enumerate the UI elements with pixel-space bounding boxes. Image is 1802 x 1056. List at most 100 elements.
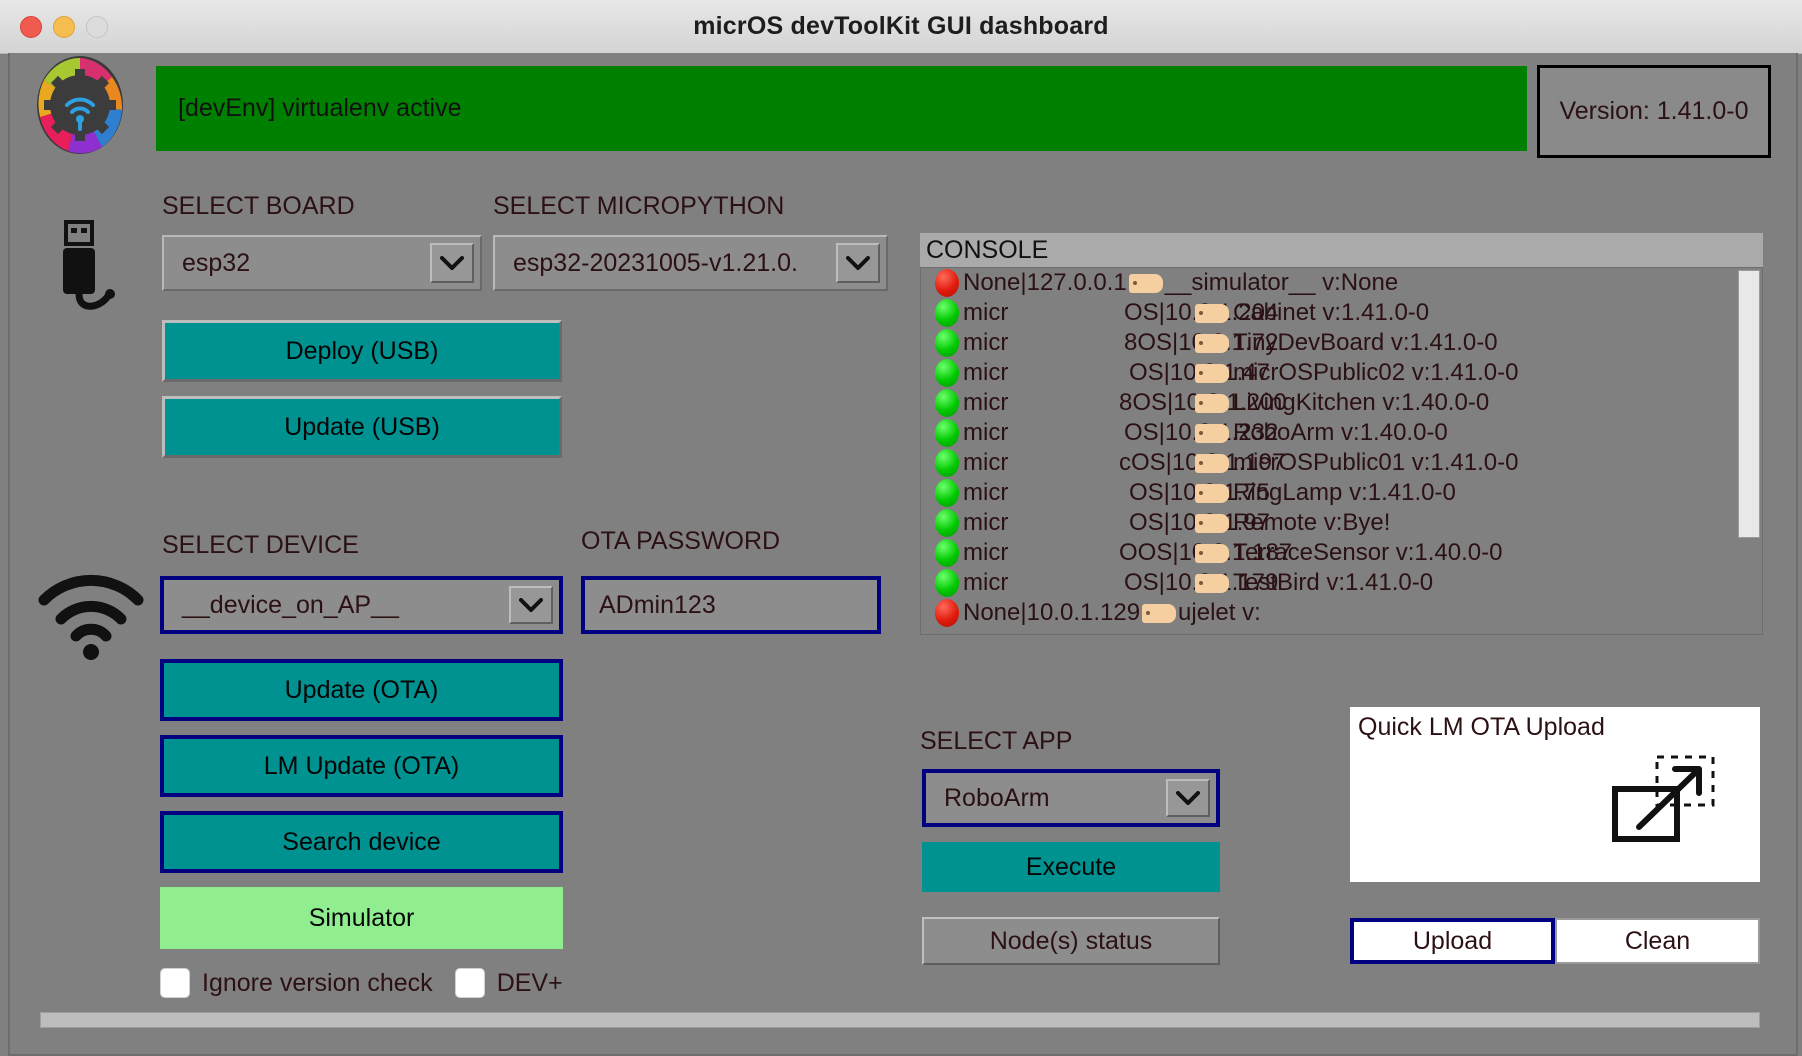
status-dot-online-icon — [935, 359, 959, 387]
tag-icon — [1195, 483, 1229, 503]
chevron-down-icon[interactable] — [509, 586, 553, 624]
console-line-prefix: micr — [963, 539, 1009, 566]
chevron-down-icon[interactable] — [1166, 779, 1210, 817]
drag-drop-upload-icon — [1605, 749, 1725, 854]
console-line: micrOS|10.0.1.75RingLamp v:1.41.0-0 — [921, 478, 1762, 508]
tag-icon — [1195, 333, 1229, 353]
console-line-device: RoboArm v:1.40.0-0 — [1233, 419, 1448, 446]
update-ota-button[interactable]: Update (OTA) — [160, 659, 563, 721]
select-device-label: SELECT DEVICE — [162, 531, 359, 559]
usb-icon — [30, 216, 138, 326]
console-line-prefix: micr — [963, 389, 1009, 416]
ota-password-input[interactable]: ADmin123 — [581, 576, 881, 634]
console-line: micrOS|10.0.1.232RoboArm v:1.40.0-0 — [921, 418, 1762, 448]
ota-password-value: ADmin123 — [599, 590, 716, 619]
console-line: micrOS|10.0.1.97Remote v:Bye! — [921, 508, 1762, 538]
tag-icon — [1195, 393, 1229, 413]
tag-icon — [1195, 363, 1229, 383]
console-line-device: TerraceSensor v:1.40.0-0 — [1233, 539, 1503, 566]
console-line-prefix: micr — [963, 449, 1009, 476]
status-dot-online-icon — [935, 539, 959, 567]
console-line-prefix: None|127.0.0.1 — [963, 269, 1127, 296]
status-dot-offline-icon — [935, 599, 959, 627]
console-line-prefix: micr — [963, 359, 1009, 386]
execute-button[interactable]: Execute — [922, 842, 1220, 892]
console-line-prefix: None|10.0.1.129 — [963, 599, 1141, 626]
status-dot-online-icon — [935, 329, 959, 357]
status-dot-online-icon — [935, 569, 959, 597]
chevron-down-icon[interactable] — [836, 243, 880, 283]
quick-lm-ota-panel: Quick LM OTA Upload — [1350, 707, 1760, 882]
console-line: micrOS|10.0.1.179TestBird v:1.41.0-0 — [921, 568, 1762, 598]
console-line: micrcOS|10.0.1.197micrOSPublic01 v:1.41.… — [921, 448, 1762, 478]
console-line-prefix: micr — [963, 329, 1009, 356]
ignore-version-check-checkbox[interactable] — [160, 968, 190, 998]
devenv-status-text: [devEnv] virtualenv active — [178, 94, 462, 122]
console-line: micrOS|10.0.1.47micrOSPublic02 v:1.41.0-… — [921, 358, 1762, 388]
console-line-device: Remote v:Bye! — [1233, 509, 1391, 536]
status-dot-online-icon — [935, 419, 959, 447]
tag-icon — [1195, 303, 1229, 323]
device-select-value: __device_on_AP__ — [182, 590, 399, 619]
console-line: micr8OS|10.0.1.72TinyDevBoard v:1.41.0-0 — [921, 328, 1762, 358]
micropython-select-value: esp32-20231005-v1.21.0. — [513, 248, 798, 277]
console-line-prefix: micr — [963, 419, 1009, 446]
window-title: micrOS devToolKit GUI dashboard — [693, 12, 1109, 40]
clean-button[interactable]: Clean — [1555, 918, 1760, 964]
board-select-value: esp32 — [182, 248, 251, 277]
console-header: CONSOLE — [920, 233, 1763, 267]
status-dot-online-icon — [935, 389, 959, 417]
console-line-prefix: micr — [963, 509, 1009, 536]
status-dot-online-icon — [935, 449, 959, 477]
select-board-label: SELECT BOARD — [162, 192, 355, 220]
tag-icon — [1128, 273, 1163, 293]
update-usb-button[interactable]: Update (USB) — [162, 396, 562, 458]
simulator-button[interactable]: Simulator — [160, 887, 563, 949]
console-line-device: __simulator__ v:None — [1164, 269, 1399, 296]
console-line-list: None|127.0.0.1 __simulator__ v:None micrOS… — [921, 268, 1762, 628]
chevron-down-icon[interactable] — [430, 243, 474, 283]
console-line-prefix: micr — [963, 569, 1009, 596]
status-dot-online-icon — [935, 479, 959, 507]
ignore-version-check-label: Ignore version check — [202, 968, 433, 997]
console-line: None|10.0.1.129 ujelet v: — [921, 598, 1762, 628]
status-dot-online-icon — [935, 299, 959, 327]
tag-icon — [1195, 453, 1229, 473]
console-line: micr8OS|10.0.1.200LivingKitchen v:1.40.0… — [921, 388, 1762, 418]
device-select[interactable]: __device_on_AP__ — [160, 576, 563, 634]
app-select[interactable]: RoboArm — [922, 769, 1220, 827]
status-dot-offline-icon — [935, 269, 959, 297]
console-line-device: ujelet v: — [1178, 599, 1261, 626]
ota-password-label: OTA PASSWORD — [581, 527, 781, 555]
nodes-status-button[interactable]: Node(s) status — [922, 917, 1220, 965]
console-line-device: micrOSPublic01 v:1.41.0-0 — [1233, 449, 1519, 476]
bottom-scrollbar[interactable] — [40, 1012, 1760, 1028]
deploy-usb-button[interactable]: Deploy (USB) — [162, 320, 562, 382]
devenv-status-bar: [devEnv] virtualenv active — [156, 66, 1527, 151]
console-line-device: LivingKitchen v:1.40.0-0 — [1233, 389, 1490, 416]
tag-icon — [1142, 603, 1177, 623]
select-micropython-label: SELECT MICROPYTHON — [493, 192, 785, 220]
console-line-device: RingLamp v:1.41.0-0 — [1233, 479, 1456, 506]
console-line-device: micrOSPublic02 v:1.41.0-0 — [1233, 359, 1519, 386]
lm-update-ota-button[interactable]: LM Update (OTA) — [160, 735, 563, 797]
console-scrollbar[interactable] — [1738, 270, 1760, 538]
dev-plus-checkbox[interactable] — [454, 968, 485, 998]
tag-icon — [1195, 423, 1229, 443]
console-line: micrOOS|10.0.1.187TerraceSensor v:1.40.0… — [921, 538, 1762, 568]
console-line-prefix: micr — [963, 479, 1009, 506]
dev-plus-label: DEV+ — [496, 968, 563, 997]
tag-icon — [1195, 543, 1229, 563]
wifi-icon — [36, 570, 146, 662]
console-output[interactable]: None|127.0.0.1 __simulator__ v:None micrOS… — [920, 267, 1763, 635]
upload-button[interactable]: Upload — [1350, 918, 1555, 964]
options-row: Ignore version check DEV+ — [160, 968, 563, 998]
console-line: None|127.0.0.1 __simulator__ v:None — [921, 268, 1762, 298]
select-app-label: SELECT APP — [920, 727, 1073, 755]
board-select[interactable]: esp32 — [162, 235, 482, 291]
search-device-button[interactable]: Search device — [160, 811, 563, 873]
tag-icon — [1195, 513, 1229, 533]
micropython-select[interactable]: esp32-20231005-v1.21.0. — [493, 235, 888, 291]
version-badge: Version: 1.41.0-0 — [1537, 65, 1771, 158]
micros-logo-icon — [36, 55, 124, 155]
